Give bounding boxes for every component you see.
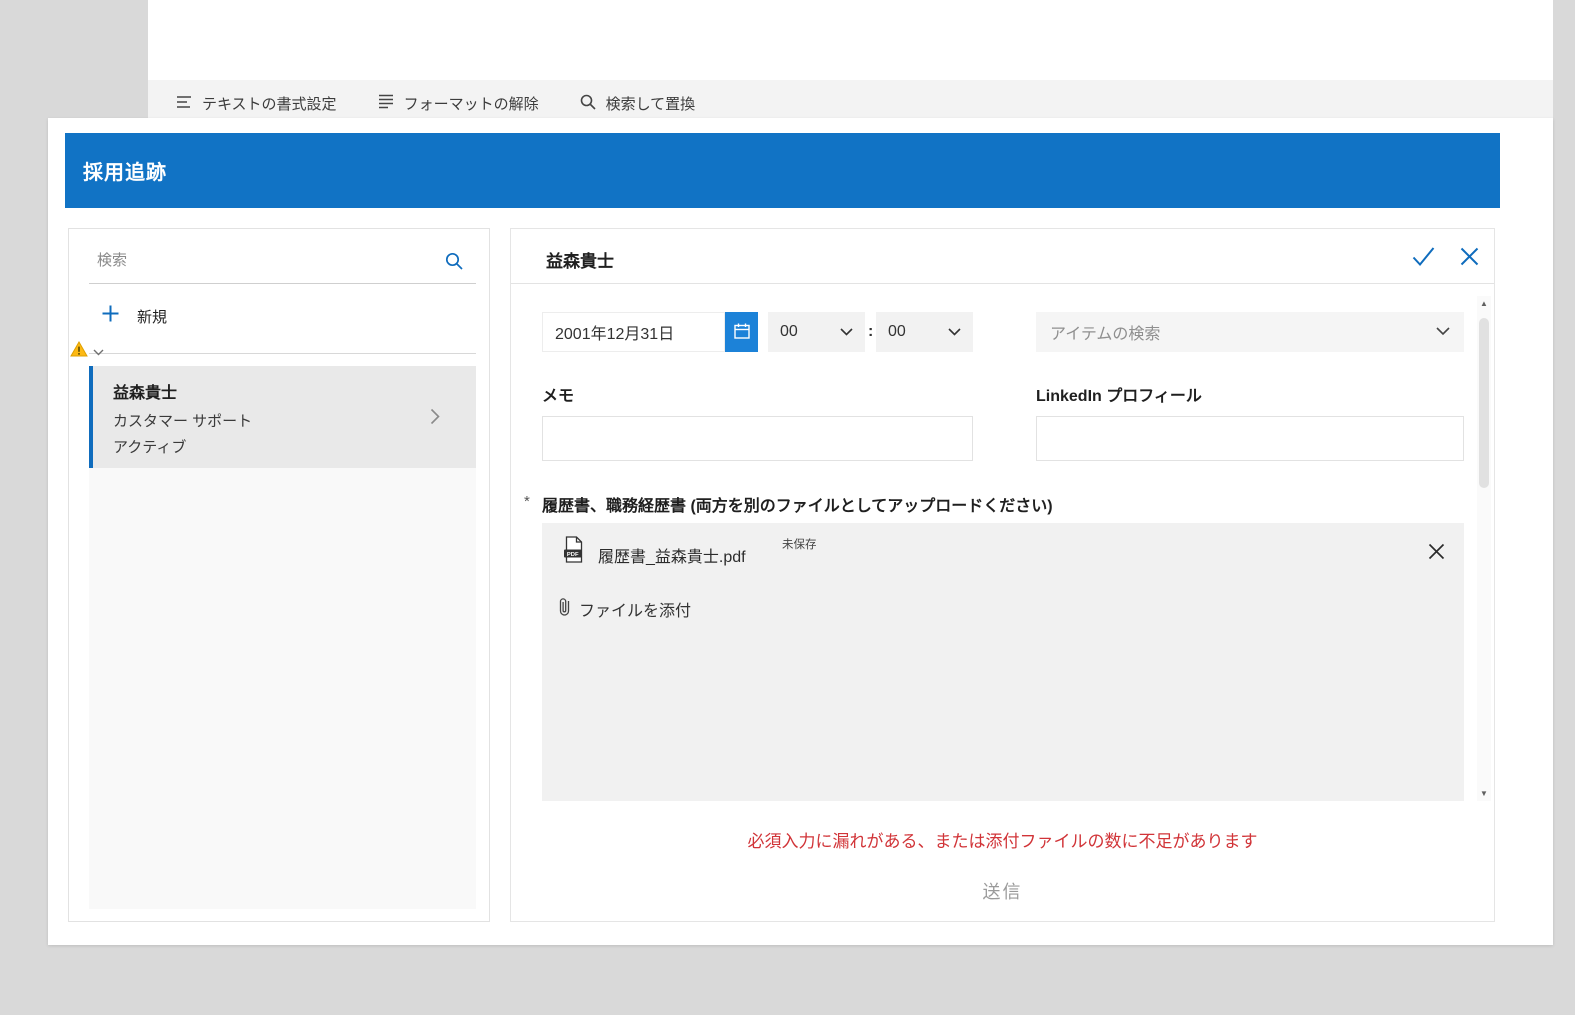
- chevron-right-icon: [430, 408, 440, 430]
- app-title: 採用追跡: [83, 162, 167, 184]
- chevron-down-icon: [948, 323, 961, 341]
- record-status: アクティブ: [113, 439, 187, 456]
- memo-input[interactable]: [542, 416, 973, 461]
- chevron-down-icon: [1436, 323, 1450, 341]
- scrollbar-thumb[interactable]: [1479, 318, 1489, 488]
- minute-value: 00: [888, 323, 906, 340]
- search-input[interactable]: [89, 252, 444, 269]
- remove-attachment-icon[interactable]: [1428, 543, 1445, 560]
- attach-file-button[interactable]: ファイルを添付: [558, 597, 691, 621]
- format-text-icon: [175, 95, 193, 113]
- item-search-placeholder: アイテムの検索: [1050, 326, 1161, 343]
- chevron-down-icon: [93, 343, 104, 361]
- attachment-file-name: 履歴書_益森貴士.pdf: [598, 549, 746, 566]
- toolbar-item-label: 検索して置換: [605, 96, 696, 113]
- time-separator: :: [868, 323, 874, 340]
- attach-file-label: ファイルを添付: [579, 603, 692, 620]
- toolbar-clear-format-button[interactable]: フォーマットの解除: [377, 93, 539, 114]
- item-search-combobox[interactable]: アイテムの検索: [1036, 312, 1464, 352]
- attachments-area: PDF 履歴書_益森貴士.pdf 未保存 ファイルを添付: [542, 523, 1464, 801]
- page-background-top: [148, 0, 1553, 80]
- scroll-down-icon[interactable]: ▼: [1477, 789, 1491, 798]
- sidebar-divider: [89, 353, 476, 354]
- required-marker: *: [524, 493, 530, 510]
- new-record-label: 新規: [137, 308, 168, 326]
- scroll-up-icon[interactable]: ▲: [1477, 299, 1491, 308]
- minute-select[interactable]: 00: [876, 312, 973, 352]
- pdf-file-icon: PDF: [562, 536, 586, 563]
- chevron-down-icon: [840, 323, 853, 341]
- app-window: 採用追跡 新規: [48, 118, 1553, 945]
- submit-button[interactable]: 送信: [511, 878, 1494, 904]
- linkedin-input[interactable]: [1036, 416, 1464, 461]
- search-box: [89, 238, 476, 284]
- form-title: 益森貴士: [546, 252, 614, 271]
- calendar-icon: [733, 323, 750, 342]
- screen: テキストの書式設定 フォーマットの解除 検索して置換 採用追跡 検索 新規 益森…: [0, 0, 1575, 1015]
- attachment-item: PDF 履歴書_益森貴士.pdf 未保存: [542, 523, 1464, 579]
- attachments-field-label: 履歴書、職務経歴書 (両方を別のファイルとしてアップロードください): [542, 498, 1053, 515]
- toolbar-item-label: テキストの書式設定: [202, 96, 337, 113]
- hour-value: 00: [780, 323, 798, 340]
- linkedin-label: LinkedIn プロフィール: [1036, 388, 1202, 405]
- memo-label: メモ: [542, 388, 575, 405]
- record-form: 益森貴士 00 : 0: [510, 228, 1495, 922]
- new-record-button[interactable]: 新規: [89, 291, 476, 341]
- search-replace-icon: [579, 93, 597, 115]
- save-check-icon[interactable]: [1411, 245, 1436, 273]
- warning-toggle[interactable]: [70, 340, 104, 362]
- form-scrollbar[interactable]: ▲ ▼: [1477, 296, 1491, 801]
- form-header: 益森貴士: [511, 229, 1494, 284]
- toolbar-item-label: フォーマットの解除: [403, 96, 539, 113]
- validation-error-message: 必須入力に漏れがある、または添付ファイルの数に不足があります: [747, 832, 1258, 851]
- record-list: 益森貴士 カスタマー サポート アクティブ: [89, 366, 476, 909]
- plus-icon: [101, 304, 120, 328]
- search-icon[interactable]: [444, 251, 464, 271]
- list-item[interactable]: 益森貴士 カスタマー サポート アクティブ: [89, 366, 476, 468]
- app-header: 採用追跡: [65, 133, 1500, 208]
- warning-icon: [70, 340, 88, 362]
- record-role: カスタマー サポート: [113, 413, 253, 430]
- calendar-button[interactable]: [725, 312, 758, 352]
- hour-select[interactable]: 00: [768, 312, 865, 352]
- record-name: 益森貴士: [113, 385, 178, 402]
- paperclip-icon: [558, 597, 571, 621]
- close-icon[interactable]: [1459, 246, 1480, 272]
- date-input[interactable]: [542, 312, 725, 352]
- svg-text:PDF: PDF: [567, 552, 579, 558]
- toolbar-find-replace-button[interactable]: 検索して置換: [579, 93, 696, 115]
- attachment-status-badge: 未保存: [782, 539, 817, 551]
- clear-format-icon: [377, 94, 395, 113]
- toolbar-format-text-button[interactable]: テキストの書式設定: [175, 93, 337, 114]
- sidebar: 新規 益森貴士 カスタマー サポート アクティブ: [68, 228, 490, 922]
